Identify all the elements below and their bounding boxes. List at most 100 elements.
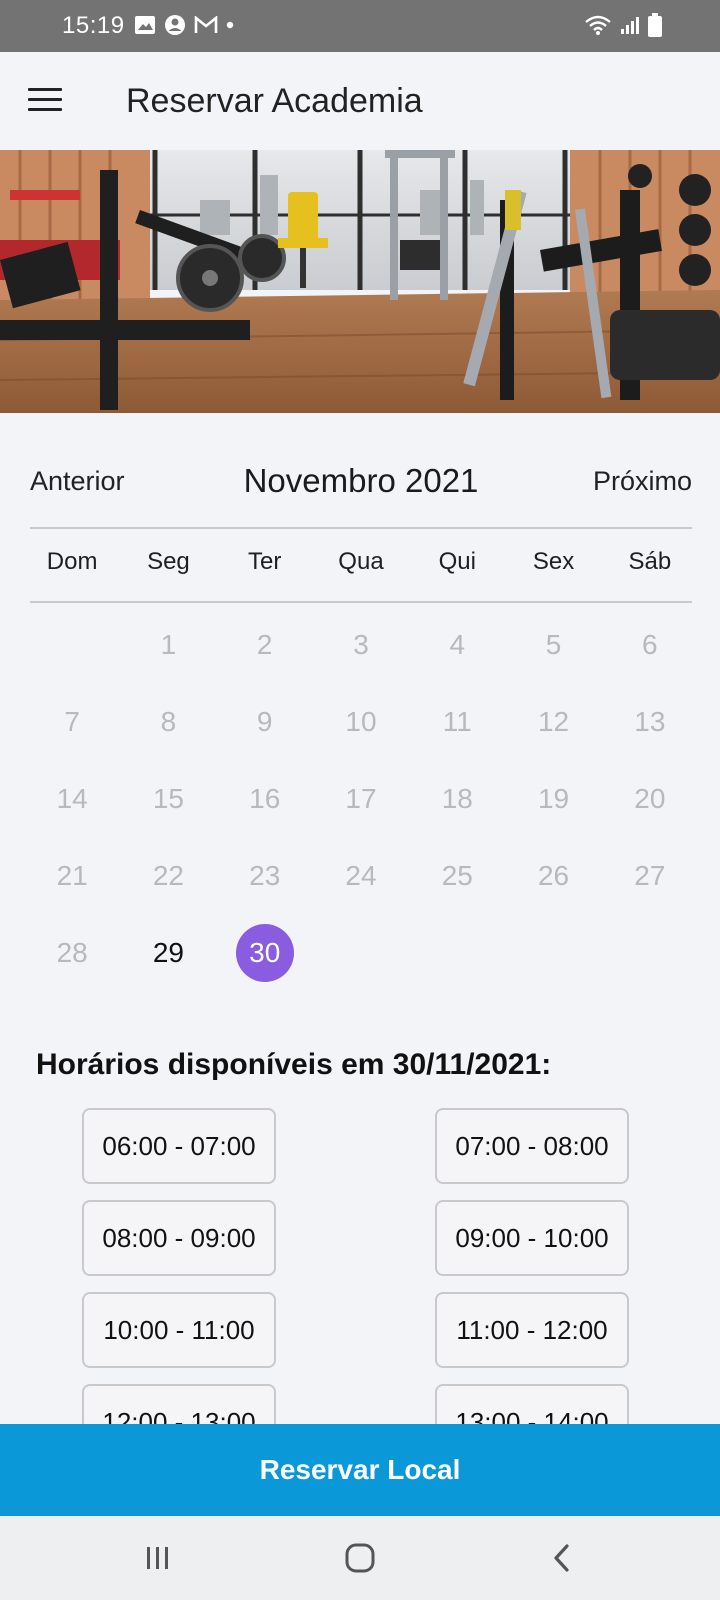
day-number: 17	[345, 782, 377, 814]
calendar-day: 7	[24, 683, 120, 760]
day-number: 19	[537, 782, 570, 814]
time-slot-button[interactable]: 08:00 - 09:00	[82, 1200, 276, 1276]
time-slot-button[interactable]: 09:00 - 10:00	[435, 1200, 629, 1276]
notification-icons	[134, 14, 234, 36]
day-number: 16	[249, 782, 281, 814]
gym-banner-image	[0, 150, 720, 413]
account-circle-icon	[165, 15, 185, 35]
calendar-day: 3	[313, 606, 409, 683]
day-number: 13	[634, 705, 666, 737]
calendar-day-empty	[24, 606, 120, 683]
wifi-icon	[585, 15, 611, 35]
weekday-label: Sex	[532, 548, 575, 575]
calendar-header: Anterior Novembro 2021 Próximo	[30, 462, 692, 502]
status-time: 15:19	[62, 12, 125, 39]
calendar-day: 27	[602, 837, 698, 914]
calendar-day: 2	[217, 606, 313, 683]
page-title: Reservar Academia	[126, 82, 423, 120]
system-nav-bar	[0, 1516, 720, 1600]
time-slot-button[interactable]: 13:00 - 14:00	[435, 1384, 629, 1424]
time-slots-list: 06:00 - 07:00 07:00 - 08:00 08:00 - 09:00 0…	[0, 1108, 720, 1424]
calendar-divider	[30, 527, 692, 529]
calendar-day: 16	[217, 760, 313, 837]
weekday-label: Dom	[46, 548, 98, 575]
next-month-button[interactable]: Próximo	[593, 466, 692, 497]
app-bar: Reservar Academia	[0, 52, 720, 150]
day-number: 2	[256, 628, 273, 660]
day-number: 11	[442, 705, 472, 737]
calendar-day: 25	[409, 837, 505, 914]
calendar-day: 23	[217, 837, 313, 914]
calendar-day: 28	[24, 914, 120, 991]
day-number: 22	[152, 859, 184, 891]
calendar-day: 21	[24, 837, 120, 914]
signal-icon	[621, 17, 639, 34]
day-number: 15	[152, 782, 184, 814]
day-number: 23	[249, 859, 281, 891]
calendar-day: 22	[120, 837, 216, 914]
calendar-day: 17	[313, 760, 409, 837]
day-number: 6	[642, 628, 658, 660]
calendar-day: 6	[602, 606, 698, 683]
day-number: 5	[545, 628, 562, 660]
calendar-divider	[30, 601, 692, 603]
image-icon	[135, 16, 155, 34]
calendar-day: 5	[505, 606, 601, 683]
calendar-day: 24	[313, 837, 409, 914]
time-slot-button[interactable]: 06:00 - 07:00	[82, 1108, 276, 1184]
day-number: 12	[537, 705, 570, 737]
day-number: 3	[353, 628, 369, 660]
calendar-day: 14	[24, 760, 120, 837]
day-number: 1	[160, 628, 177, 660]
calendar-days-grid: 1 2 3 4 5 6 7 8 9 10 11 12 13 14 15 16 17 18 19 20 21 22 23 24 2…	[24, 606, 698, 991]
day-number: 8	[160, 705, 177, 737]
time-slot-button[interactable]: 07:00 - 08:00	[435, 1108, 629, 1184]
back-icon[interactable]	[542, 1538, 582, 1578]
reserve-button[interactable]: Reservar Local	[0, 1424, 720, 1516]
day-number: 7	[64, 705, 80, 737]
calendar-day[interactable]: 29	[120, 914, 216, 991]
weekday-label: Seg	[147, 548, 190, 575]
day-number: 28	[56, 936, 88, 968]
calendar-day: 1	[120, 606, 216, 683]
weekday-label: Qua	[338, 548, 384, 575]
calendar-day: 9	[217, 683, 313, 760]
system-icons	[584, 13, 662, 37]
weekday-label: Qui	[438, 548, 476, 575]
day-number: 25	[441, 859, 473, 891]
time-slot-button[interactable]: 11:00 - 12:00	[435, 1292, 629, 1368]
gmail-icon	[194, 16, 218, 33]
day-number: 18	[441, 782, 473, 814]
battery-icon	[648, 13, 662, 37]
menu-icon[interactable]	[28, 88, 62, 114]
day-number: 29	[152, 936, 184, 968]
home-icon[interactable]	[340, 1538, 380, 1578]
calendar-day: 26	[505, 837, 601, 914]
day-number: 20	[634, 782, 666, 814]
recents-icon[interactable]	[138, 1538, 178, 1578]
time-slot-button[interactable]: 12:00 - 13:00	[82, 1384, 276, 1424]
day-number: 27	[634, 859, 666, 891]
day-number	[43, 616, 101, 674]
day-number: 10	[345, 705, 377, 737]
day-number: 4	[449, 628, 466, 660]
calendar-day: 8	[120, 683, 216, 760]
status-bar: 15:19	[0, 0, 720, 52]
time-slot-button[interactable]: 10:00 - 11:00	[82, 1292, 276, 1368]
day-number: 14	[56, 782, 88, 814]
calendar-day: 12	[505, 683, 601, 760]
calendar-day: 11	[409, 683, 505, 760]
day-number: 24	[345, 859, 377, 891]
calendar-day: 10	[313, 683, 409, 760]
dot-icon	[226, 21, 234, 29]
weekday-label: Ter	[248, 548, 282, 575]
calendar-day: 19	[505, 760, 601, 837]
calendar-day: 18	[409, 760, 505, 837]
calendar-day: 4	[409, 606, 505, 683]
day-number: 21	[56, 859, 88, 891]
calendar-day: 15	[120, 760, 216, 837]
day-number: 30	[235, 923, 294, 982]
available-slots-title: Horários disponíveis em 30/11/2021:	[36, 1048, 552, 1081]
calendar-day-selected[interactable]: 30	[217, 914, 313, 991]
day-number: 26	[537, 859, 570, 891]
